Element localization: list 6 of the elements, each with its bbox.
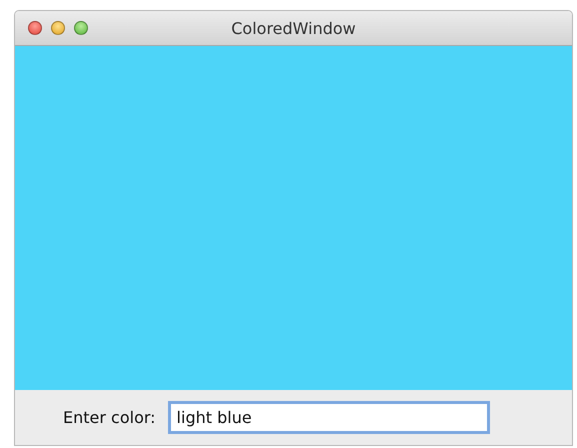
close-button[interactable] <box>28 21 42 35</box>
zoom-button[interactable] <box>74 21 88 35</box>
field-label: Enter color: <box>63 408 156 427</box>
color-input-field[interactable]: light blue <box>168 401 490 434</box>
minimize-button[interactable] <box>51 21 65 35</box>
window-title: ColoredWindow <box>231 18 356 38</box>
